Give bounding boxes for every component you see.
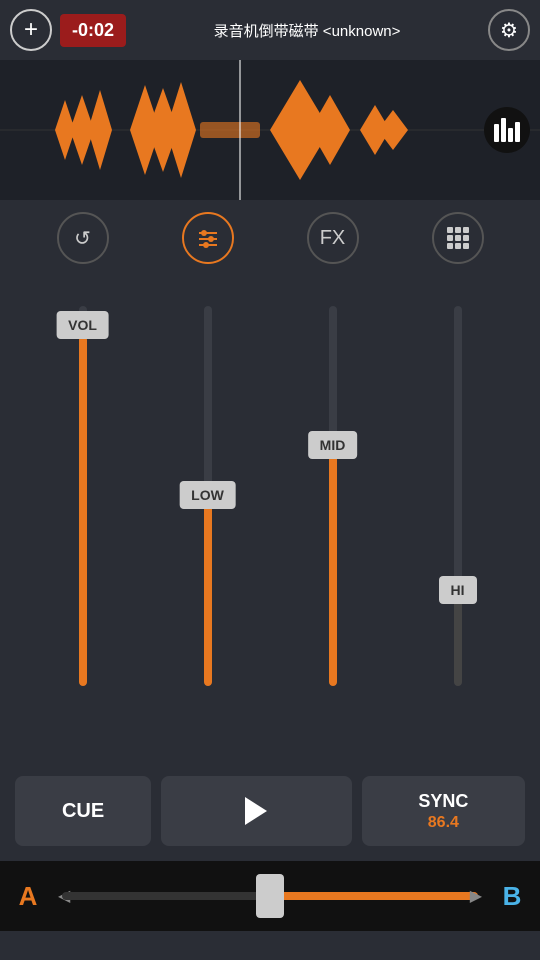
- gear-icon: ⚙: [500, 18, 518, 43]
- eq-button[interactable]: [182, 212, 234, 264]
- mid-thumb[interactable]: MID: [308, 431, 358, 459]
- cue-button[interactable]: CUE: [15, 776, 151, 846]
- bottom-buttons: CUE SYNC 86.4: [0, 766, 540, 861]
- crossfader-label-a: A: [10, 881, 46, 912]
- header-bar: + -0:02 录音机倒带磁带 <unknown> ⚙: [0, 0, 540, 60]
- sliders-area: VOL LOW MID HI: [0, 276, 540, 736]
- crossfader-label-b: B: [494, 881, 530, 912]
- eq-section: VOL LOW MID HI: [0, 276, 540, 766]
- bars-icon: [494, 118, 520, 142]
- play-icon: [245, 797, 267, 825]
- hi-fill: [454, 591, 462, 686]
- loop-icon: ↺: [74, 226, 91, 251]
- fx-label: FX: [320, 227, 346, 250]
- crossfader-fill: [270, 892, 478, 900]
- time-display: -0:02: [60, 14, 126, 47]
- hi-thumb[interactable]: HI: [439, 576, 477, 604]
- play-button[interactable]: [161, 776, 352, 846]
- loop-button[interactable]: ↺: [57, 212, 109, 264]
- sync-button[interactable]: SYNC 86.4: [362, 776, 525, 846]
- vol-slider-col: VOL: [43, 286, 123, 706]
- sync-bpm: 86.4: [428, 814, 459, 832]
- waveform-svg: [0, 60, 540, 200]
- mid-slider-track[interactable]: MID: [329, 306, 337, 686]
- fx-button[interactable]: FX: [307, 212, 359, 264]
- vol-slider-track[interactable]: VOL: [79, 306, 87, 686]
- arrow-right-icon: ▶: [470, 886, 482, 906]
- sync-label: SYNC: [418, 791, 468, 812]
- plus-icon: +: [24, 16, 38, 44]
- mid-fill: [329, 441, 337, 686]
- track-info: 录音机倒带磁带 <unknown>: [134, 20, 480, 41]
- waveform-container[interactable]: [0, 60, 540, 200]
- mid-slider-col: MID: [293, 286, 373, 706]
- low-fill: [204, 491, 212, 686]
- low-slider-track[interactable]: LOW: [204, 306, 212, 686]
- crossfader-thumb[interactable]: [256, 874, 284, 918]
- waveform-mode-button[interactable]: [484, 107, 530, 153]
- crossfader-track[interactable]: [62, 892, 478, 900]
- low-slider-col: LOW: [168, 286, 248, 706]
- crossfader-bar: A ◀ ▶ B: [0, 861, 540, 931]
- equalizer-icon: [195, 225, 221, 251]
- low-thumb[interactable]: LOW: [179, 481, 236, 509]
- hi-slider-col: HI: [418, 286, 498, 706]
- vol-fill: [79, 336, 87, 686]
- add-button[interactable]: +: [10, 9, 52, 51]
- controls-row: ↺ FX: [0, 200, 540, 276]
- hi-slider-track[interactable]: HI: [454, 306, 462, 686]
- grid-icon: [447, 227, 469, 249]
- vol-thumb[interactable]: VOL: [56, 311, 109, 339]
- settings-button[interactable]: ⚙: [488, 9, 530, 51]
- grid-button[interactable]: [432, 212, 484, 264]
